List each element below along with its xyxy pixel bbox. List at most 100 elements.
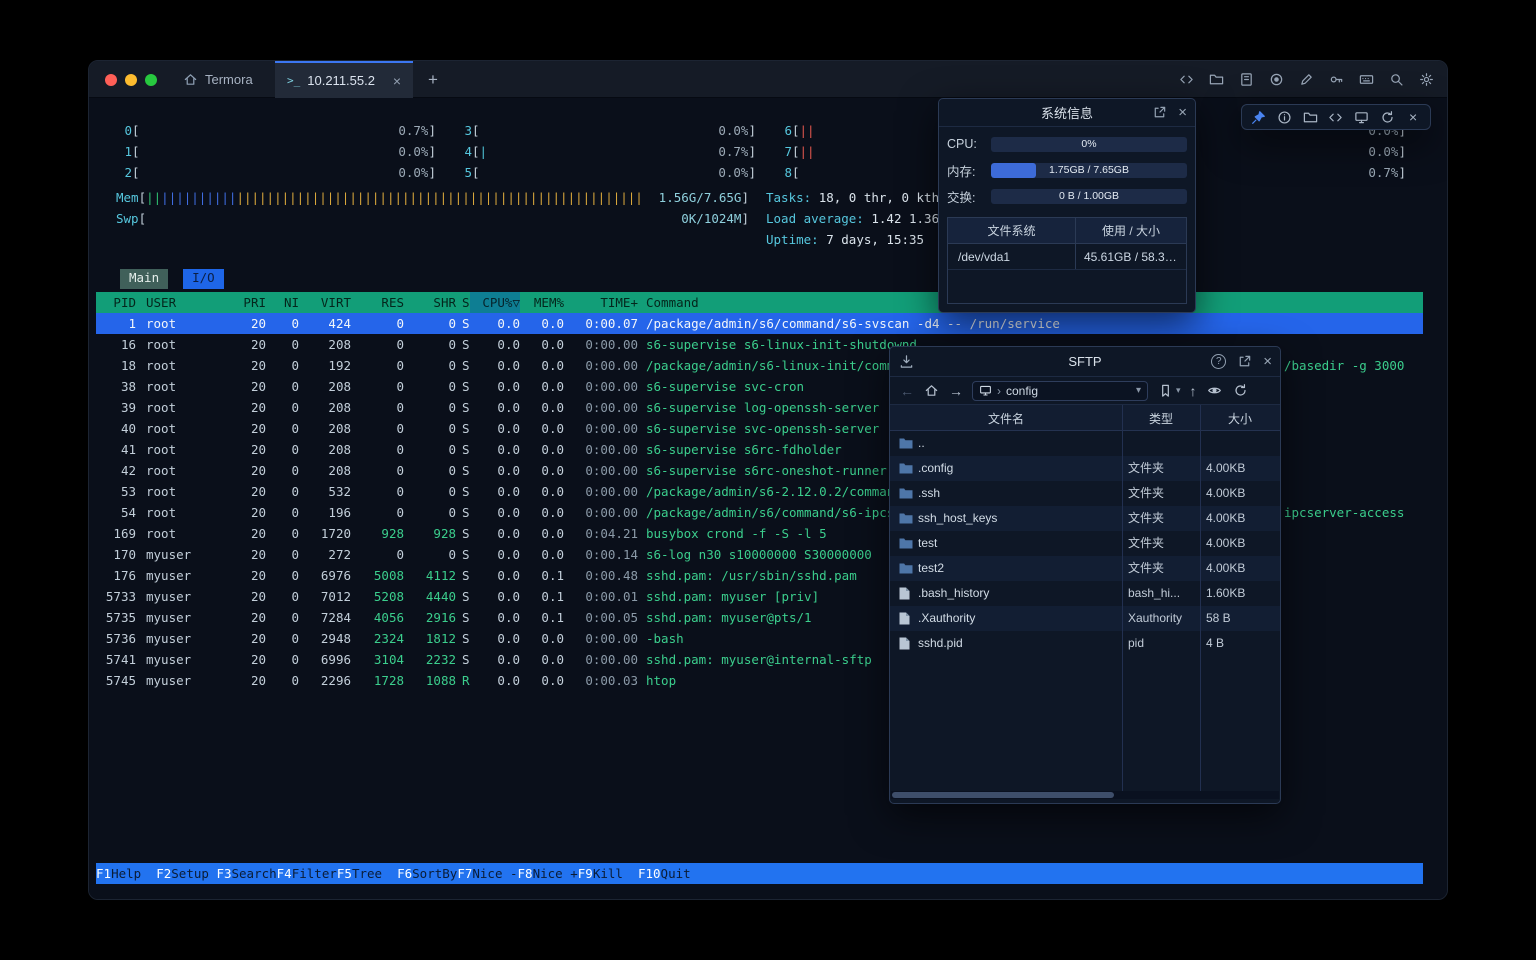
chevron-down-icon[interactable]: ▾ — [1136, 385, 1141, 396]
show-hidden-icon[interactable] — [1206, 382, 1223, 399]
fkey-f1[interactable]: F1 — [96, 863, 111, 884]
bookmark-chevron-icon[interactable]: ▾ — [1176, 385, 1181, 396]
fkey-label[interactable]: Filter — [292, 863, 337, 884]
up-directory-button[interactable]: ↑ — [1190, 383, 1197, 399]
info-icon[interactable] — [1276, 109, 1293, 126]
column-header-ni[interactable]: NI — [266, 292, 299, 313]
back-button[interactable]: ← — [900, 383, 914, 399]
fs-column-header[interactable]: 使用 / 大小 — [1076, 218, 1186, 243]
path-segment[interactable]: config — [1006, 384, 1038, 398]
file-row-test[interactable]: test文件夹4.00KB — [890, 531, 1280, 556]
edit-icon[interactable] — [1298, 71, 1315, 88]
fkey-label[interactable]: Kill — [593, 863, 638, 884]
path-breadcrumb[interactable]: › config ▾ — [972, 381, 1148, 401]
scrollbar-thumb[interactable] — [892, 792, 1114, 798]
column-header-virt[interactable]: VIRT — [299, 292, 351, 313]
settings-icon[interactable] — [1418, 71, 1435, 88]
forward-button[interactable]: → — [949, 383, 963, 399]
column-header-time+[interactable]: TIME+ — [566, 292, 638, 313]
file-column-header[interactable]: 文件名 — [890, 405, 1122, 431]
column-header-pid[interactable]: PID — [96, 292, 136, 313]
bookmark-icon[interactable] — [1157, 382, 1174, 399]
refresh-icon[interactable] — [1379, 109, 1396, 126]
file-row-.bash_history[interactable]: .bash_historybash_hi...1.60KB — [890, 581, 1280, 606]
column-header-shr[interactable]: SHR — [405, 292, 456, 313]
fs-column-header[interactable]: 文件系统 — [948, 218, 1076, 243]
fkey-label[interactable]: SortBy — [412, 863, 457, 884]
folder-icon[interactable] — [1302, 109, 1319, 126]
refresh-icon[interactable] — [1232, 382, 1249, 399]
fkey-f8[interactable]: F8 — [518, 863, 533, 884]
file-row-.ssh[interactable]: .ssh文件夹4.00KB — [890, 481, 1280, 506]
home-tab-label: Termora — [205, 72, 253, 87]
column-divider[interactable] — [1200, 405, 1201, 791]
file-icon — [899, 587, 910, 603]
close-panel-icon[interactable]: × — [1178, 105, 1187, 120]
file-row-sshd.pid[interactable]: sshd.pidpid4 B — [890, 631, 1280, 656]
fkey-label[interactable]: Nice - — [472, 863, 517, 884]
file-row-test2[interactable]: test2文件夹4.00KB — [890, 556, 1280, 581]
pin-icon[interactable] — [1250, 109, 1267, 126]
zoom-window-button[interactable] — [145, 74, 157, 86]
fkey-f9[interactable]: F9 — [578, 863, 593, 884]
monitor-icon[interactable] — [1353, 109, 1370, 126]
fkey-label[interactable]: Search — [232, 863, 277, 884]
fkey-f4[interactable]: F4 — [277, 863, 292, 884]
fkey-f7[interactable]: F7 — [457, 863, 472, 884]
horizontal-scrollbar[interactable] — [891, 791, 1279, 799]
new-tab-button[interactable]: + — [421, 68, 445, 92]
column-header-pri[interactable]: PRI — [204, 292, 266, 313]
file-row-..[interactable]: .. — [890, 431, 1280, 456]
file-row-ssh_host_keys[interactable]: ssh_host_keys文件夹4.00KB — [890, 506, 1280, 531]
column-divider[interactable] — [1122, 405, 1123, 791]
fs-row[interactable]: /dev/vda145.61GB / 58.3… — [948, 244, 1186, 270]
minimize-window-button[interactable] — [125, 74, 137, 86]
fkey-label[interactable]: Tree — [352, 863, 397, 884]
htop-tab-io[interactable]: I/O — [183, 269, 224, 289]
tab-session[interactable]: >_ 10.211.55.2 × — [275, 61, 413, 98]
folder-icon[interactable] — [1208, 71, 1225, 88]
open-in-window-icon[interactable] — [1236, 353, 1253, 370]
file-row-.Xauthority[interactable]: .XauthorityXauthority58 B — [890, 606, 1280, 631]
column-header-cpu[interactable]: CPU%▽ — [470, 292, 520, 313]
record-icon[interactable] — [1268, 71, 1285, 88]
file-column-header[interactable]: 类型 — [1122, 405, 1200, 431]
fkey-label[interactable]: Setup — [171, 863, 216, 884]
file-column-header[interactable]: 大小 — [1200, 405, 1280, 431]
file-table-header: 文件名类型大小 — [890, 405, 1280, 431]
column-header-res[interactable]: RES — [352, 292, 404, 313]
fkey-label[interactable]: Quit — [661, 863, 706, 884]
close-icon[interactable]: × — [1405, 109, 1422, 126]
fkey-f2[interactable]: F2 — [156, 863, 171, 884]
home-icon — [183, 72, 198, 87]
sysinfo-meter: CPU:0% — [939, 131, 1195, 157]
tab-termora-home[interactable]: Termora — [171, 61, 265, 98]
fkey-f10[interactable]: F10 — [638, 863, 661, 884]
cpu-meter-3: 3[0.0%] — [456, 120, 756, 141]
search-icon[interactable] — [1388, 71, 1405, 88]
journal-icon[interactable] — [1238, 71, 1255, 88]
code-icon[interactable] — [1178, 71, 1195, 88]
close-window-button[interactable] — [105, 74, 117, 86]
file-row-.config[interactable]: .config文件夹4.00KB — [890, 456, 1280, 481]
open-in-window-icon[interactable] — [1151, 104, 1168, 121]
column-header-user[interactable]: USER — [146, 292, 204, 313]
process-row-1[interactable]: 1root20042400S0.00.00:00.07/package/admi… — [96, 313, 1423, 334]
keyboard-icon[interactable] — [1358, 71, 1375, 88]
column-header-mem[interactable]: MEM% — [522, 292, 564, 313]
fkey-label[interactable]: Help — [111, 863, 156, 884]
home-button[interactable] — [923, 382, 940, 399]
fkey-f3[interactable]: F3 — [216, 863, 231, 884]
fkey-f6[interactable]: F6 — [397, 863, 412, 884]
fkey-label[interactable]: Nice + — [533, 863, 578, 884]
code-icon[interactable] — [1327, 109, 1344, 126]
sysinfo-meter: 交换:0 B / 1.00GB — [939, 183, 1195, 209]
htop-tab-main[interactable]: Main — [120, 269, 168, 289]
download-icon[interactable] — [898, 353, 915, 370]
close-window-icon[interactable]: × — [1263, 354, 1272, 369]
fkey-f5[interactable]: F5 — [337, 863, 352, 884]
key-icon[interactable] — [1328, 71, 1345, 88]
help-icon[interactable]: ? — [1211, 354, 1226, 369]
sftp-header: SFTP ? × — [890, 347, 1280, 377]
close-tab-icon[interactable]: × — [387, 73, 401, 89]
